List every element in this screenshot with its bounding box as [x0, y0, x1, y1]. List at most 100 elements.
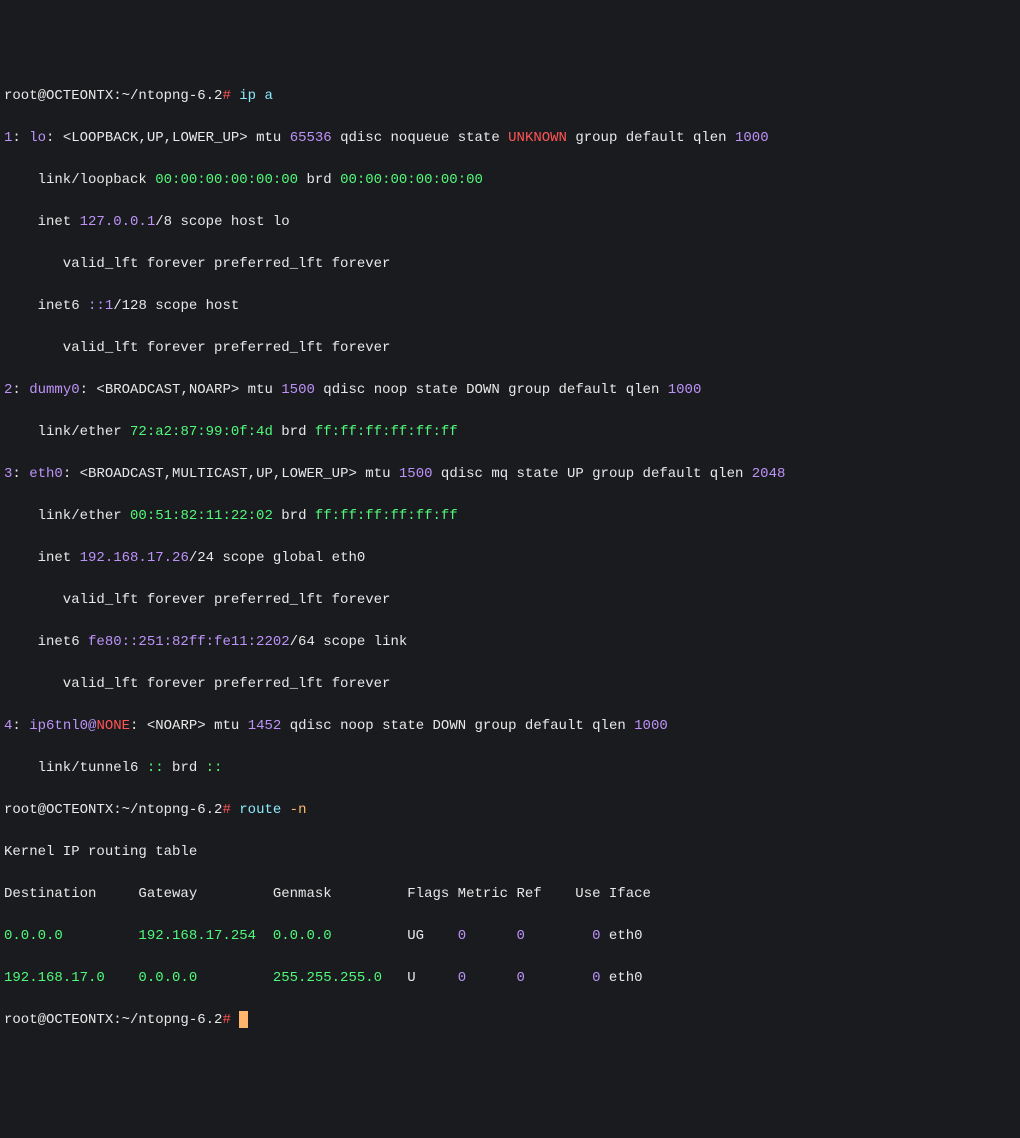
- qdisc-text: qdisc noop state DOWN group default qlen: [281, 718, 634, 734]
- cursor-block-icon[interactable]: [239, 1011, 248, 1028]
- prompt-line-1[interactable]: root@OCTEONTX:~/ntopng-6.2# ip a: [4, 86, 1016, 107]
- prompt-line-2[interactable]: root@OCTEONTX:~/ntopng-6.2# route -n: [4, 800, 1016, 821]
- route-counts: 0 0 0: [458, 928, 601, 944]
- colon: :: [130, 718, 138, 734]
- prompt-hash: #: [222, 1012, 230, 1028]
- command-option-n: -n: [290, 802, 307, 818]
- iface-2-header: 2: dummy0: <BROADCAST,NOARP> mtu 1500 qd…: [4, 380, 1016, 401]
- qdisc-text: qdisc mq state UP group default qlen: [433, 466, 752, 482]
- mtu-label: mtu: [206, 718, 248, 734]
- prompt-hash: #: [222, 88, 230, 104]
- route-flags: UG: [332, 928, 458, 944]
- iface-flags: <LOOPBACK,UP,LOWER_UP>: [54, 130, 247, 146]
- inet6-scope: scope link: [315, 634, 407, 650]
- prompt-path: ~/ntopng-6.2: [122, 88, 223, 104]
- route-row-1: 0.0.0.0 192.168.17.254 0.0.0.0 UG 0 0 0 …: [4, 926, 1016, 947]
- iface-index: 4: [4, 718, 12, 734]
- mac-addr: 72:a2:87:99:0f:4d: [130, 424, 273, 440]
- prompt-hash: #: [222, 802, 230, 818]
- inet-cidr: /8: [155, 214, 172, 230]
- brd-mac: 00:00:00:00:00:00: [340, 172, 483, 188]
- prompt-user: root@OCTEONTX: [4, 802, 113, 818]
- iface-4-link: link/tunnel6 :: brd ::: [4, 758, 1016, 779]
- route-iface: eth0: [601, 928, 643, 944]
- colon: :: [12, 718, 20, 734]
- prompt-colon: :: [113, 88, 121, 104]
- inet6-cidr: /128: [113, 298, 147, 314]
- iface-name-lo: lo: [21, 130, 46, 146]
- iface-flags: <BROADCAST,MULTICAST,UP,LOWER_UP>: [71, 466, 357, 482]
- command-route: route: [231, 802, 290, 818]
- route-flags: U: [382, 970, 458, 986]
- qlen-value: 1000: [735, 130, 769, 146]
- inet-label: inet: [4, 550, 80, 566]
- route-dest-gw-mask: 0.0.0.0 192.168.17.254 0.0.0.0: [4, 928, 332, 944]
- route-row-2: 192.168.17.0 0.0.0.0 255.255.255.0 U 0 0…: [4, 968, 1016, 989]
- group-text: group default qlen: [567, 130, 735, 146]
- prompt-user: root@OCTEONTX: [4, 88, 113, 104]
- iface-name-ip6tnl0: ip6tnl0@: [21, 718, 97, 734]
- mtu-label: mtu: [239, 382, 281, 398]
- iface-name-dummy0: dummy0: [21, 382, 80, 398]
- mtu-value: 1500: [399, 466, 433, 482]
- iface-flags: <BROADCAST,NOARP>: [88, 382, 239, 398]
- iface-1-header: 1: lo: <LOOPBACK,UP,LOWER_UP> mtu 65536 …: [4, 128, 1016, 149]
- route-title-text: Kernel IP routing table: [4, 844, 197, 860]
- route-iface: eth0: [601, 970, 643, 986]
- valid-lft: valid_lft forever preferred_lft forever: [4, 676, 390, 692]
- colon: :: [12, 466, 20, 482]
- route-dest-gw-mask: 192.168.17.0 0.0.0.0 255.255.255.0: [4, 970, 382, 986]
- iface-1-inet: inet 127.0.0.1/8 scope host lo: [4, 212, 1016, 233]
- route-title: Kernel IP routing table: [4, 842, 1016, 863]
- inet6-label: inet6: [4, 298, 88, 314]
- link-label: link/ether: [4, 424, 130, 440]
- inet-ip: 192.168.17.26: [80, 550, 189, 566]
- link-label: link/ether: [4, 508, 130, 524]
- qdisc-text: qdisc noqueue state: [332, 130, 508, 146]
- mtu-value: 1452: [248, 718, 282, 734]
- inet-ip: 127.0.0.1: [80, 214, 156, 230]
- valid-lft: valid_lft forever preferred_lft forever: [4, 592, 390, 608]
- route-counts: 0 0 0: [458, 970, 601, 986]
- brd-mac: ff:ff:ff:ff:ff:ff: [315, 424, 458, 440]
- qlen-value: 1000: [634, 718, 668, 734]
- iface-3-valid: valid_lft forever preferred_lft forever: [4, 590, 1016, 611]
- iface-flags: <NOARP>: [138, 718, 205, 734]
- inet6-cidr: /64: [290, 634, 315, 650]
- qlen-value: 2048: [752, 466, 786, 482]
- inet6-label: inet6: [4, 634, 88, 650]
- prompt-line-3[interactable]: root@OCTEONTX:~/ntopng-6.2#: [4, 1010, 1016, 1031]
- inet6-ip: fe80::251:82ff:fe11:2202: [88, 634, 290, 650]
- brd-label: brd: [273, 424, 315, 440]
- iface-3-inet: inet 192.168.17.26/24 scope global eth0: [4, 548, 1016, 569]
- route-header-row: Destination Gateway Genmask Flags Metric…: [4, 886, 651, 902]
- colon: :: [80, 382, 88, 398]
- mtu-value: 65536: [290, 130, 332, 146]
- colon: :: [12, 382, 20, 398]
- iface-3-link: link/ether 00:51:82:11:22:02 brd ff:ff:f…: [4, 506, 1016, 527]
- iface-1-link: link/loopback 00:00:00:00:00:00 brd 00:0…: [4, 170, 1016, 191]
- brd-mac: ::: [206, 760, 223, 776]
- link-label: link/loopback: [4, 172, 155, 188]
- state-unknown: UNKNOWN: [508, 130, 567, 146]
- iface-3-inet6: inet6 fe80::251:82ff:fe11:2202/64 scope …: [4, 632, 1016, 653]
- valid-lft: valid_lft forever preferred_lft forever: [4, 256, 390, 272]
- colon: :: [12, 130, 20, 146]
- iface-3-header: 3: eth0: <BROADCAST,MULTICAST,UP,LOWER_U…: [4, 464, 1016, 485]
- command-ip-a: ip a: [231, 88, 273, 104]
- prompt-path: ~/ntopng-6.2: [122, 802, 223, 818]
- iface-3-valid6: valid_lft forever preferred_lft forever: [4, 674, 1016, 695]
- inet-cidr: /24: [189, 550, 214, 566]
- link-label: link/tunnel6: [4, 760, 147, 776]
- mtu-label: mtu: [248, 130, 290, 146]
- prompt-colon: :: [113, 802, 121, 818]
- iface-name-eth0: eth0: [21, 466, 63, 482]
- prompt-user: root@OCTEONTX: [4, 1012, 113, 1028]
- brd-label: brd: [298, 172, 340, 188]
- prompt-path: ~/ntopng-6.2: [122, 1012, 223, 1028]
- iface-1-inet6: inet6 ::1/128 scope host: [4, 296, 1016, 317]
- qdisc-text: qdisc noop state DOWN group default qlen: [315, 382, 668, 398]
- iface-4-header: 4: ip6tnl0@NONE: <NOARP> mtu 1452 qdisc …: [4, 716, 1016, 737]
- inet6-ip: ::1: [88, 298, 113, 314]
- brd-label: brd: [273, 508, 315, 524]
